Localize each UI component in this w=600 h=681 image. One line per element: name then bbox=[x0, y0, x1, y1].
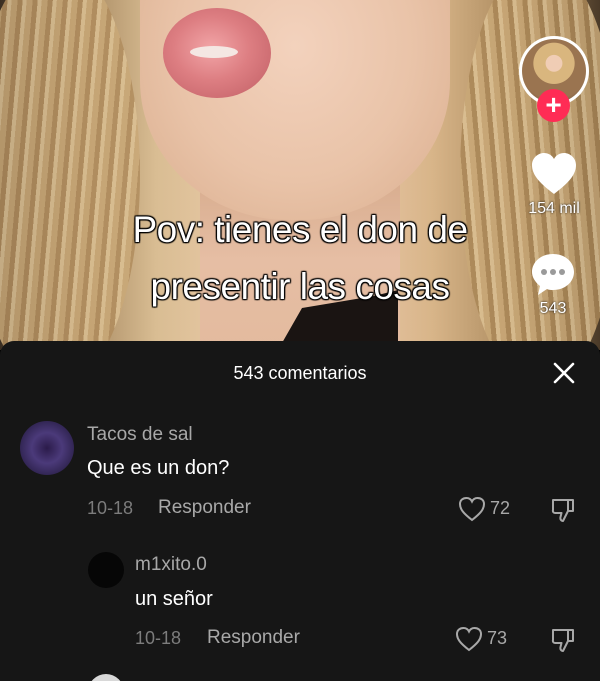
comment-avatar[interactable] bbox=[88, 552, 124, 588]
video-caption-line-2: presentir las cosas bbox=[150, 266, 450, 307]
comment-avatar[interactable] bbox=[88, 674, 124, 681]
close-icon[interactable] bbox=[551, 360, 577, 386]
comment-avatar[interactable] bbox=[20, 421, 74, 475]
heart-icon[interactable] bbox=[530, 152, 578, 196]
tiktok-screen: Pov: tienes el don de presentir las cosa… bbox=[0, 0, 600, 681]
comment-bubble-icon[interactable] bbox=[530, 252, 576, 296]
comment-date: 10-18 bbox=[87, 498, 134, 518]
video-lips-gap bbox=[190, 46, 238, 58]
video-player[interactable]: Pov: tienes el don de presentir las cosa… bbox=[0, 0, 600, 350]
comment-like-count: 72 bbox=[490, 498, 511, 518]
like-heart-icon[interactable] bbox=[455, 626, 483, 652]
comment-username[interactable]: m1xito.0 bbox=[135, 554, 207, 576]
like-count: 154 mil bbox=[528, 200, 580, 217]
comment-username[interactable]: Tacos de sal bbox=[87, 424, 193, 446]
comment-date: 10-18 bbox=[135, 628, 182, 648]
reply-button[interactable]: Responder bbox=[158, 497, 251, 519]
comments-title: 543 comentarios bbox=[233, 363, 367, 383]
dislike-icon[interactable] bbox=[549, 496, 577, 524]
comment-like-count: 73 bbox=[487, 628, 508, 648]
comment-text: Que es un don? bbox=[87, 457, 230, 479]
comment-text: un señor bbox=[135, 588, 213, 610]
comments-panel: 543 comentarios Tacos de sal Que es un d… bbox=[0, 341, 600, 681]
plus-icon[interactable]: + bbox=[537, 89, 570, 122]
dislike-icon[interactable] bbox=[549, 626, 577, 654]
like-heart-icon[interactable] bbox=[458, 496, 486, 522]
comment-count[interactable]: 543 bbox=[515, 300, 591, 318]
video-caption-line-1: Pov: tienes el don de bbox=[132, 209, 468, 250]
reply-button[interactable]: Responder bbox=[207, 627, 300, 649]
